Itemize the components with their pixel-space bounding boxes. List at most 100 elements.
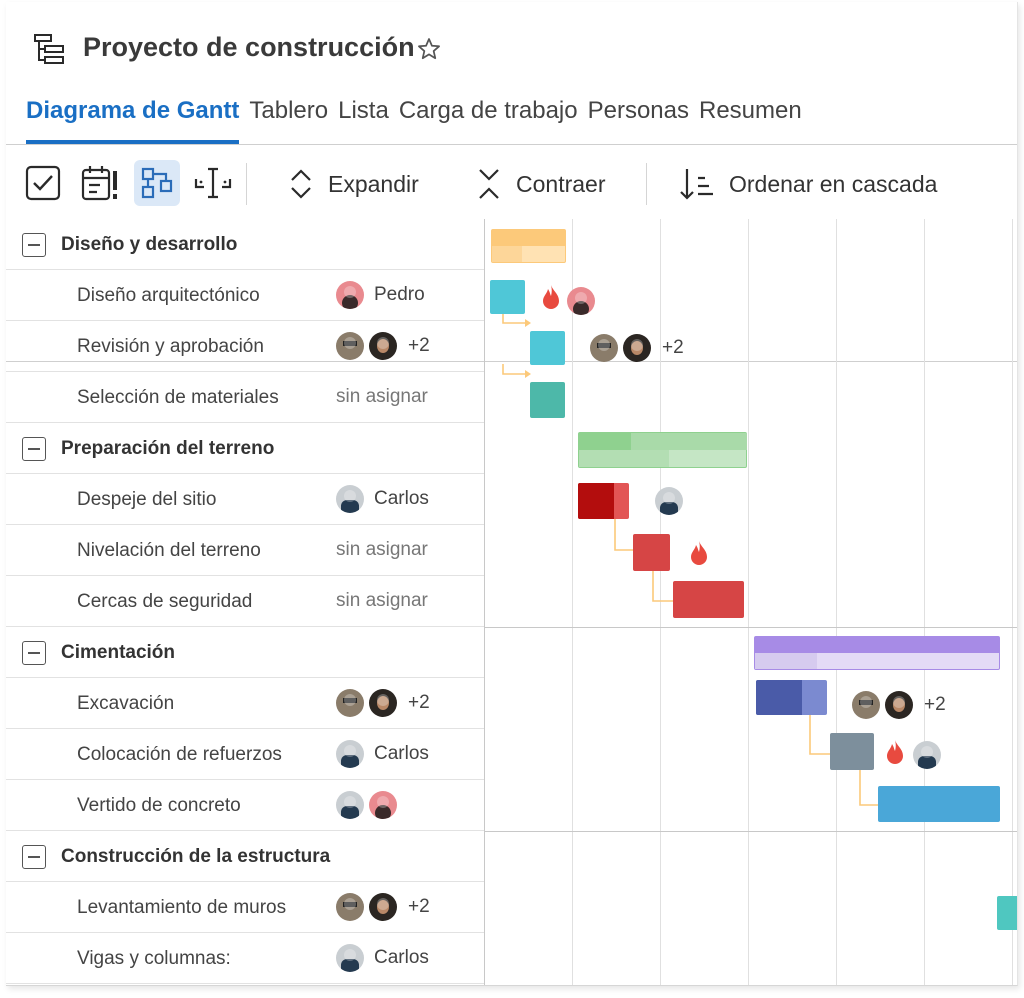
assignee[interactable]: Carlos xyxy=(336,943,429,973)
bar-progress xyxy=(756,680,802,715)
tab-workload[interactable]: Carga de trabajo xyxy=(399,94,578,144)
bar-progress xyxy=(755,653,817,669)
assignee-group[interactable]: +2 xyxy=(336,688,430,718)
avatar xyxy=(852,691,880,719)
fit-width-icon xyxy=(193,163,233,203)
assignee-name: Carlos xyxy=(374,488,429,509)
group-row[interactable]: Preparación del terreno xyxy=(6,423,484,474)
avatar xyxy=(336,944,364,972)
avatar xyxy=(655,487,683,515)
group-row[interactable]: Diseño y desarrollo xyxy=(6,219,484,270)
gantt-task-bar[interactable] xyxy=(530,331,565,365)
task-row[interactable]: Revisión y aprobación +2 xyxy=(6,321,484,372)
task-row[interactable]: Vertido de concreto xyxy=(6,780,484,831)
tab-board[interactable]: Tablero xyxy=(249,94,328,144)
expand-label: Expandir xyxy=(328,170,419,197)
view-tabs: Diagrama de Gantt Tablero Lista Carga de… xyxy=(26,94,802,144)
gantt-task-bar[interactable] xyxy=(578,483,629,519)
task-row[interactable]: Colocación de refuerzos Carlos xyxy=(6,729,484,780)
avatar xyxy=(369,791,397,819)
gantt-task-bar[interactable] xyxy=(830,733,874,770)
task-row[interactable]: Selección de materiales sin asignar xyxy=(6,372,484,423)
gantt-window: Proyecto de construcción Diagrama de Gan… xyxy=(6,2,1018,986)
tab-summary[interactable]: Resumen xyxy=(699,94,802,144)
assignee[interactable]: Carlos xyxy=(336,484,429,514)
bar-assignee xyxy=(655,487,683,515)
collapse-group-icon[interactable] xyxy=(22,845,46,869)
collapse-button[interactable]: Contraer xyxy=(476,163,605,205)
avatar xyxy=(369,893,397,921)
gantt-task-bar[interactable] xyxy=(530,382,565,418)
dependencies-button[interactable] xyxy=(134,160,180,206)
collapse-label: Contraer xyxy=(516,170,606,197)
toolbar: Expandir Contraer Ordenar en cascada xyxy=(6,145,1017,362)
project-title: Proyecto de construcción xyxy=(83,32,415,62)
gantt-task-bar[interactable] xyxy=(490,280,525,314)
assignee-name: Pedro xyxy=(374,284,425,305)
task-name: Diseño arquitectónico xyxy=(77,285,260,306)
tab-list[interactable]: Lista xyxy=(338,94,389,144)
collapse-group-icon[interactable] xyxy=(22,641,46,665)
group-row[interactable]: Cimentación xyxy=(6,627,484,678)
assignee-name: Carlos xyxy=(374,947,429,968)
task-row[interactable]: Excavación +2 xyxy=(6,678,484,729)
sort-cascade-icon xyxy=(679,165,715,203)
assignee[interactable]: sin asignar xyxy=(336,586,428,616)
gantt-group-bar[interactable] xyxy=(754,636,1000,670)
bar-assignee-group: +2 xyxy=(590,334,684,362)
gantt-task-bar[interactable] xyxy=(997,896,1017,930)
collapse-group-icon[interactable] xyxy=(22,233,46,257)
task-row[interactable]: Levantamiento de muros +2 xyxy=(6,882,484,933)
task-row[interactable]: Diseño arquitectónico Pedro xyxy=(6,270,484,321)
unassigned-label: sin asignar xyxy=(336,539,428,560)
tab-gantt[interactable]: Diagrama de Gantt xyxy=(26,94,240,144)
gantt-timeline: +2 +2 xyxy=(485,219,1017,985)
more-assignees-count: +2 xyxy=(662,337,684,358)
group-name: Construcción de la estructura xyxy=(61,846,331,867)
gantt-task-bar[interactable] xyxy=(878,786,1000,822)
avatar xyxy=(369,689,397,717)
assignee-group[interactable] xyxy=(336,790,397,820)
task-row[interactable]: Vigas y columnas: Carlos xyxy=(6,933,484,984)
more-assignees-count: +2 xyxy=(408,692,430,713)
gantt-group-bar[interactable] xyxy=(578,432,747,468)
tab-people[interactable]: Personas xyxy=(588,94,689,144)
chevron-expand-icon xyxy=(288,166,314,202)
group-row[interactable]: Construcción de la estructura xyxy=(6,831,484,882)
avatar xyxy=(623,334,651,362)
avatar xyxy=(567,287,595,315)
select-tasks-button[interactable] xyxy=(20,160,66,206)
task-name: Vertido de concreto xyxy=(77,795,241,816)
gantt-task-bar[interactable] xyxy=(756,680,827,715)
project-header: Proyecto de construcción Diagrama de Gan… xyxy=(6,2,1017,146)
avatar xyxy=(336,689,364,717)
fit-width-button[interactable] xyxy=(190,160,236,206)
fire-icon xyxy=(885,739,905,765)
collapse-group-icon[interactable] xyxy=(22,437,46,461)
task-row[interactable]: Nivelación del terreno sin asignar xyxy=(6,525,484,576)
gantt-group-bar[interactable] xyxy=(491,229,566,263)
fire-icon xyxy=(689,540,709,566)
expand-button[interactable]: Expandir xyxy=(288,163,419,205)
toolbar-separator xyxy=(646,163,647,205)
avatar xyxy=(885,691,913,719)
assignee[interactable]: Carlos xyxy=(336,739,429,769)
assignee[interactable]: Pedro xyxy=(336,280,425,310)
critical-path-button[interactable] xyxy=(77,160,123,206)
avatar xyxy=(336,281,364,309)
assignee-group[interactable]: +2 xyxy=(336,331,430,361)
cascade-sort-button[interactable]: Ordenar en cascada xyxy=(679,163,937,205)
task-row[interactable]: Cercas de seguridad sin asignar xyxy=(6,576,484,627)
bar-progress xyxy=(492,246,522,262)
star-outline-icon[interactable] xyxy=(416,36,442,62)
task-name: Despeje del sitio xyxy=(77,489,217,510)
task-name: Revisión y aprobación xyxy=(77,336,264,357)
bar-progress xyxy=(578,483,614,519)
gantt-task-bar[interactable] xyxy=(633,534,670,571)
assignee[interactable]: sin asignar xyxy=(336,382,428,412)
assignee[interactable]: sin asignar xyxy=(336,535,428,565)
task-row[interactable]: Despeje del sitio Carlos xyxy=(6,474,484,525)
assignee-group[interactable]: +2 xyxy=(336,892,430,922)
gantt-task-bar[interactable] xyxy=(673,581,744,618)
task-name: Vigas y columnas: xyxy=(77,948,231,969)
